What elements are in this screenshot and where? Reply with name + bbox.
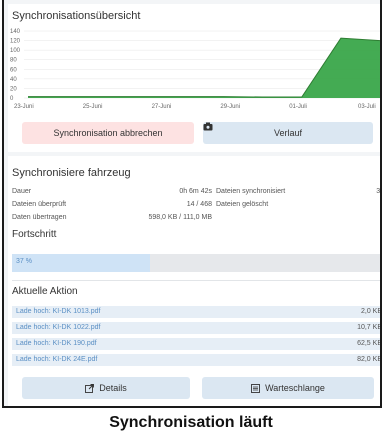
y-tick-label: 100: [10, 48, 21, 54]
sync-overview-card: Synchronisationsübersicht 140 120 100 80 60 4…: [8, 4, 380, 152]
divider: [12, 280, 380, 281]
details-label: Details: [99, 383, 127, 393]
x-tick-label: 01-Juli: [289, 104, 307, 110]
series-area: [28, 38, 380, 98]
progress-label: 37 %: [16, 258, 32, 265]
queue-button[interactable]: Warteschlange: [202, 377, 374, 399]
action-row: Lade hoch: KI-DK 24E.pdf 82,0 KB: [12, 354, 382, 366]
history-icon: [203, 122, 213, 131]
stat-value-checked: 14 / 468: [186, 201, 212, 208]
y-tick-label: 120: [10, 39, 21, 45]
cancel-sync-button[interactable]: Synchronisation abbrechen: [22, 122, 194, 144]
x-tick-label: 29-Juni: [220, 104, 240, 110]
progress-bar: 37 %: [12, 254, 380, 272]
stat-label-synced: Dateien synchronisiert: [216, 188, 286, 195]
page-caption: Synchronisation läuft: [109, 414, 273, 431]
sync-chart: 140 120 100 80 60 40 20 023-Juni 25-Juni 27-Juni 2…: [10, 29, 380, 110]
y-tick-label: 0: [10, 96, 14, 102]
action-row: Lade hoch: KI-DK 190.pdf 62,5 KB: [12, 338, 382, 350]
action-name: Lade hoch: KI-DK 190.pdf: [16, 340, 97, 347]
x-tick-label: 25-Juni: [83, 104, 103, 110]
y-tick-label: 60: [10, 67, 17, 73]
action-size: 10,7 KB: [357, 324, 382, 331]
external-link-icon: [85, 383, 95, 393]
action-name: Lade hoch: KI-DK 1013.pdf: [16, 308, 101, 315]
x-tick-label: 23-Juni: [14, 104, 34, 110]
action-name: Lade hoch: KI-DK 1022.pdf: [16, 324, 101, 331]
action-size: 62,5 KB: [357, 340, 382, 347]
x-tick-label: 03-Juli: [358, 104, 376, 110]
progress-fill: [12, 254, 150, 272]
action-row: Lade hoch: KI-DK 1013.pdf 2,0 KB: [12, 306, 382, 318]
action-row: Lade hoch: KI-DK 1022.pdf 10,7 KB: [12, 322, 382, 334]
history-label: Verlauf: [273, 128, 303, 138]
history-button[interactable]: Verlauf: [203, 122, 373, 144]
action-name: Lade hoch: KI-DK 24E.pdf: [16, 356, 98, 363]
y-tick-label: 80: [10, 58, 17, 64]
x-tick-label: 27-Juni: [152, 104, 172, 110]
y-tick-label: 40: [10, 77, 17, 83]
sync-progress-card: Synchronisiere fahrzeug Dauer 0h 6m 42s …: [8, 156, 382, 406]
stat-label-transferred: Daten übertragen: [12, 214, 67, 221]
action-size: 82,0 KB: [357, 356, 382, 363]
actions-title: Aktuelle Aktion: [12, 286, 78, 297]
stat-value-transferred: 598,0 KB / 111,0 MB: [148, 214, 212, 221]
stat-label-duration: Dauer: [12, 188, 32, 195]
details-button[interactable]: Details: [22, 377, 190, 399]
stat-value-synced: 3 /: [376, 188, 381, 195]
stat-label-deleted: Dateien gelöscht: [216, 201, 269, 208]
queue-label: Warteschlange: [265, 383, 325, 393]
progress-title: Fortschritt: [12, 229, 57, 240]
action-size: 2,0 KB: [360, 308, 382, 315]
y-tick-label: 140: [10, 29, 21, 35]
y-tick-label: 20: [10, 86, 17, 92]
stat-value-duration: 0h 6m 42s: [179, 188, 212, 195]
stat-label-checked: Dateien überprüft: [12, 201, 67, 208]
app-frame: Synchronisationsübersicht 140 120 100 80 60 4…: [2, 0, 382, 408]
sync-title: Synchronisiere fahrzeug: [12, 167, 131, 179]
cancel-sync-label: Synchronisation abbrechen: [53, 128, 163, 138]
queue-icon: [251, 383, 261, 393]
